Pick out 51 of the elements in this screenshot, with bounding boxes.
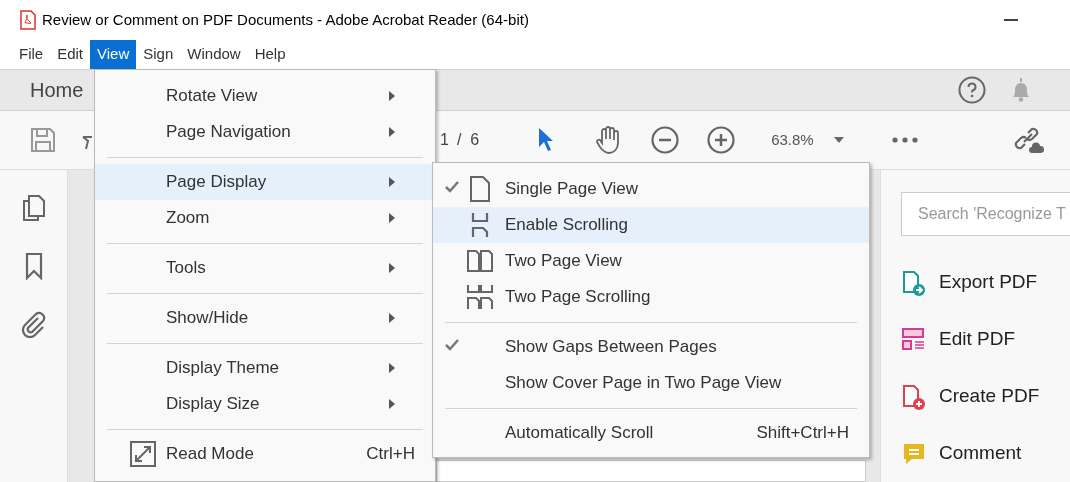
menu-item[interactable]: Single Page View	[433, 171, 869, 207]
tool-label[interactable]: Create PDF	[939, 382, 1040, 411]
menu-item[interactable]: View	[90, 39, 137, 70]
page-icon	[467, 176, 493, 202]
more-icon[interactable]	[891, 136, 918, 143]
create-pdf-icon	[901, 383, 927, 410]
tool-label[interactable]: Export PDF	[939, 268, 1038, 297]
two-pages-icon	[467, 248, 493, 274]
edit-pdf-icon	[901, 326, 927, 353]
menu-item[interactable]: Show Gaps Between Pages	[433, 329, 869, 365]
menu-item[interactable]: Show/Hide	[95, 300, 435, 336]
pdf-file-icon	[20, 9, 36, 30]
home-tab[interactable]: Home	[30, 74, 84, 105]
menu-item[interactable]: Edit	[50, 39, 91, 70]
menu-item[interactable]: File	[12, 39, 51, 70]
menu-item[interactable]: Automatically Scroll Shift+Ctrl+H	[433, 415, 869, 451]
caret-icon[interactable]	[833, 136, 844, 143]
check-icon	[445, 181, 459, 193]
menu-item[interactable]: Rotate View	[95, 78, 435, 114]
menu-item[interactable]: Two Page Scrolling	[433, 279, 869, 315]
menu-item[interactable]: Sign	[136, 39, 181, 70]
menu-item[interactable]: Display Size	[95, 386, 435, 422]
menu-item[interactable]: Two Page View	[433, 243, 869, 279]
expand-icon	[130, 441, 156, 467]
two-pages-scroll-icon	[467, 284, 493, 310]
export-pdf-icon	[901, 269, 927, 296]
menu-item[interactable]: Enable Scrolling	[433, 207, 869, 243]
zoom-out-icon[interactable]	[651, 125, 680, 154]
menu-item[interactable]: Window	[180, 39, 248, 70]
save-icon[interactable]	[30, 126, 56, 153]
page-total: / 6	[456, 129, 480, 150]
zoom-in-icon[interactable]	[707, 125, 736, 154]
check-icon	[445, 339, 459, 351]
menu-item[interactable]: Help	[247, 39, 293, 70]
tool-label[interactable]: Edit PDF	[939, 325, 1016, 354]
menu-item[interactable]: Page Display	[95, 164, 435, 200]
pages-icon[interactable]	[21, 194, 46, 222]
tool-label[interactable]: Comment	[939, 439, 1022, 468]
search-field[interactable]: Search 'Recognize T	[901, 192, 1070, 236]
help-icon[interactable]	[958, 75, 986, 104]
zoom-level-field[interactable]: 63.8%	[771, 128, 814, 152]
menu-item[interactable]: Tools	[95, 250, 435, 286]
bookmark-icon[interactable]	[24, 252, 43, 280]
menu-item[interactable]: Show Cover Page in Two Page View	[433, 365, 869, 401]
menu-item[interactable]: Zoom	[95, 200, 435, 236]
menu-item[interactable]: Display Theme	[95, 350, 435, 386]
window-title: Review or Comment on PDF Documents - Adobe Acrobat Reader (64-bit)	[42, 9, 529, 30]
paperclip-icon[interactable]	[20, 310, 47, 338]
page-number-field[interactable]: 1	[440, 127, 449, 152]
menu-item[interactable]: Page Navigation	[95, 114, 435, 150]
menu-item[interactable]: Read Mode Ctrl+H	[95, 436, 435, 472]
